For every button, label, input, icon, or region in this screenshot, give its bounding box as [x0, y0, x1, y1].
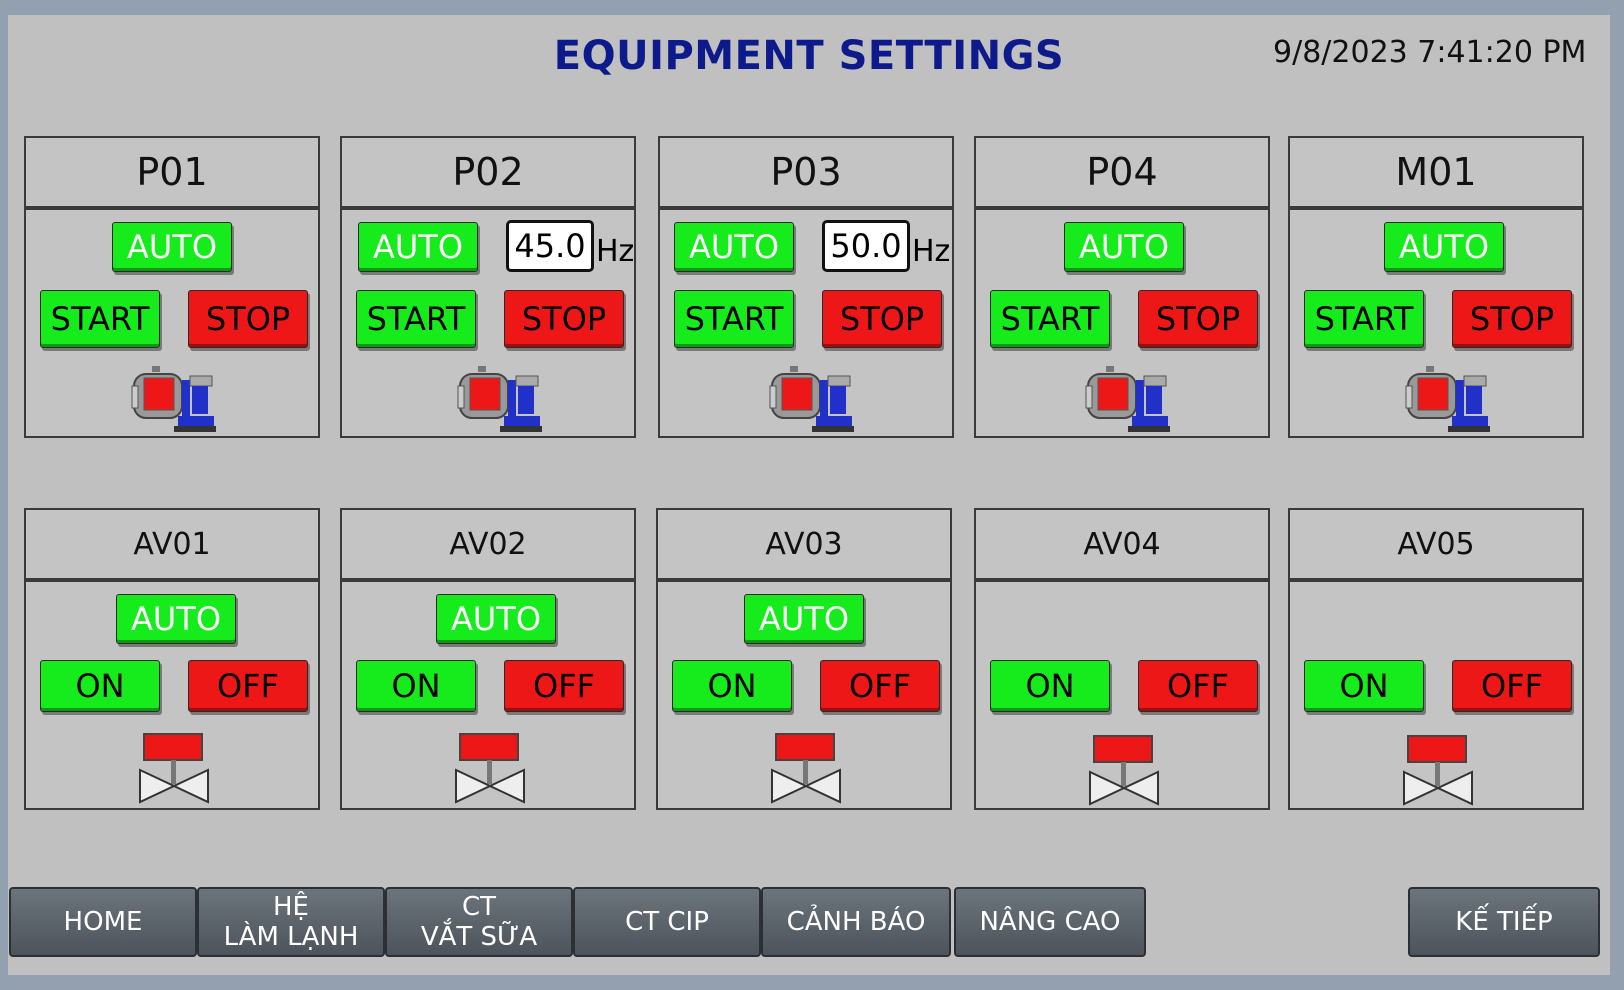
valve-panel-av01: AV01 AUTO ON OFF — [24, 508, 320, 810]
off-button[interactable]: OFF — [820, 660, 940, 712]
panel-title: P03 — [660, 138, 952, 210]
panel-title: AV03 — [658, 510, 950, 582]
auto-button[interactable]: AUTO — [436, 594, 556, 644]
nav-label: HOME — [63, 907, 143, 937]
pump-icon[interactable] — [1084, 364, 1170, 436]
stop-button[interactable]: STOP — [822, 290, 942, 348]
frequency-input[interactable]: 50.0 — [822, 220, 910, 272]
nav-ct-vat-sua-button[interactable]: CT VẮT SỮA — [385, 887, 573, 957]
valve-icon[interactable] — [1402, 734, 1474, 806]
valve-icon[interactable] — [454, 732, 526, 804]
pump-icon[interactable] — [768, 364, 854, 436]
pump-panel-p02: P02 AUTO 45.0 Hz START STOP — [340, 136, 636, 438]
nav-label: VẮT SỮA — [420, 922, 538, 952]
valve-panel-av03: AV03 AUTO ON OFF — [656, 508, 952, 810]
nav-label: NÂNG CAO — [979, 907, 1121, 937]
stop-button[interactable]: STOP — [504, 290, 624, 348]
stop-button[interactable]: STOP — [1452, 290, 1572, 348]
datetime-display: 9/8/2023 7:41:20 PM — [1273, 35, 1587, 70]
frequency-input[interactable]: 45.0 — [506, 220, 594, 272]
panel-title: M01 — [1290, 138, 1582, 210]
frequency-unit: Hz — [596, 234, 635, 269]
nav-he-lam-lanh-button[interactable]: HỆ LÀM LẠNH — [197, 887, 385, 957]
nav-label: CẢNH BÁO — [786, 907, 926, 937]
auto-button[interactable]: AUTO — [1064, 222, 1184, 272]
valve-icon[interactable] — [770, 732, 842, 804]
auto-button[interactable]: AUTO — [1384, 222, 1504, 272]
on-button[interactable]: ON — [1304, 660, 1424, 712]
valve-panel-av05: AV05 ON OFF — [1288, 508, 1584, 810]
nav-ct-cip-button[interactable]: CT CIP — [573, 887, 761, 957]
start-button[interactable]: START — [990, 290, 1110, 348]
stop-button[interactable]: STOP — [188, 290, 308, 348]
pump-panel-p01: P01 AUTO START STOP — [24, 136, 320, 438]
on-button[interactable]: ON — [40, 660, 160, 712]
panel-title: AV04 — [976, 510, 1268, 582]
pump-icon[interactable] — [1404, 364, 1490, 436]
nav-label: KẾ TIẾP — [1455, 907, 1553, 937]
panel-title: P01 — [26, 138, 318, 210]
panel-title: AV05 — [1290, 510, 1582, 582]
nav-ke-tiep-button[interactable]: KẾ TIẾP — [1408, 887, 1600, 957]
pump-icon[interactable] — [130, 364, 216, 436]
auto-button[interactable]: AUTO — [674, 222, 794, 272]
auto-button[interactable]: AUTO — [116, 594, 236, 644]
panel-title: AV01 — [26, 510, 318, 582]
nav-label: LÀM LẠNH — [223, 922, 359, 952]
start-button[interactable]: START — [674, 290, 794, 348]
start-button[interactable]: START — [40, 290, 160, 348]
valve-panel-av04: AV04 ON OFF — [974, 508, 1270, 810]
panel-title: AV02 — [342, 510, 634, 582]
auto-button[interactable]: AUTO — [112, 222, 232, 272]
nav-canh-bao-button[interactable]: CẢNH BÁO — [761, 887, 951, 957]
valve-icon[interactable] — [138, 732, 210, 804]
valve-icon[interactable] — [1088, 734, 1160, 806]
start-button[interactable]: START — [356, 290, 476, 348]
nav-label: HỆ — [273, 892, 309, 922]
valve-panel-av02: AV02 AUTO ON OFF — [340, 508, 636, 810]
on-button[interactable]: ON — [672, 660, 792, 712]
panel-title: P04 — [976, 138, 1268, 210]
off-button[interactable]: OFF — [188, 660, 308, 712]
nav-label: CT CIP — [625, 907, 709, 937]
panel-title: P02 — [342, 138, 634, 210]
auto-button[interactable]: AUTO — [358, 222, 478, 272]
off-button[interactable]: OFF — [504, 660, 624, 712]
stop-button[interactable]: STOP — [1138, 290, 1258, 348]
off-button[interactable]: OFF — [1138, 660, 1258, 712]
nav-nang-cao-button[interactable]: NÂNG CAO — [954, 887, 1146, 957]
pump-panel-m01: M01 AUTO START STOP — [1288, 136, 1584, 438]
start-button[interactable]: START — [1304, 290, 1424, 348]
nav-label: CT — [461, 892, 497, 922]
frequency-unit: Hz — [912, 234, 951, 269]
on-button[interactable]: ON — [356, 660, 476, 712]
on-button[interactable]: ON — [990, 660, 1110, 712]
auto-button[interactable]: AUTO — [744, 594, 864, 644]
pump-icon[interactable] — [456, 364, 542, 436]
off-button[interactable]: OFF — [1452, 660, 1572, 712]
pump-panel-p04: P04 AUTO START STOP — [974, 136, 1270, 438]
nav-home-button[interactable]: HOME — [9, 887, 197, 957]
pump-panel-p03: P03 AUTO 50.0 Hz START STOP — [658, 136, 954, 438]
